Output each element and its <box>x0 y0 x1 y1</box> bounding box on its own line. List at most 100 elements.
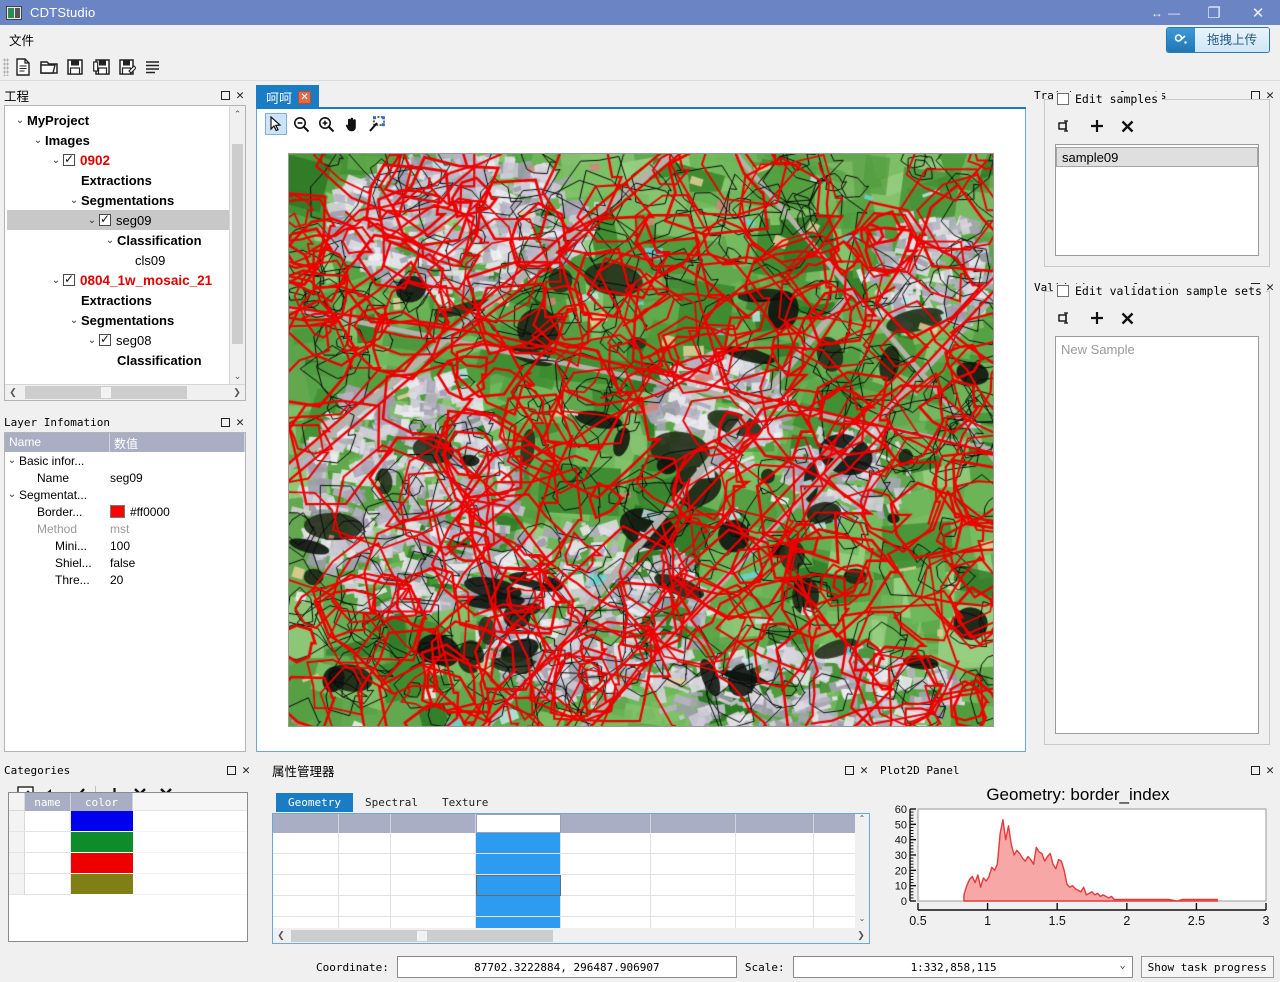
delete-sample-icon[interactable] <box>1117 308 1137 328</box>
table-cell[interactable] <box>651 917 736 928</box>
attr-scroll-up-arrow[interactable]: ⌃ <box>855 814 869 828</box>
edit-validation-checkbox[interactable] <box>1057 285 1069 297</box>
table-cell[interactable] <box>561 833 651 854</box>
table-row[interactable] <box>273 875 855 896</box>
chevron-down-icon[interactable]: ⌄ <box>67 195 81 206</box>
chevron-down-icon[interactable]: ⌄ <box>5 455 19 466</box>
table-cell[interactable] <box>814 917 855 928</box>
tree-item-cls09[interactable]: ·cls09 <box>7 250 229 270</box>
chevron-down-icon[interactable]: ⌄ <box>67 315 81 326</box>
column-header-elongatio[interactable] <box>814 814 855 833</box>
table-cell[interactable] <box>561 917 651 928</box>
layer-info-row[interactable]: Method mst <box>5 520 245 537</box>
add-sample-icon[interactable] <box>1087 308 1107 328</box>
new-project-icon[interactable] <box>11 55 35 79</box>
category-name-cell[interactable] <box>25 853 71 874</box>
column-header-border_index[interactable] <box>476 814 561 833</box>
chevron-down-icon[interactable]: ⌄ <box>13 115 27 126</box>
column-header-ObjectID[interactable] <box>273 814 339 833</box>
column-header-area[interactable] <box>339 814 391 833</box>
pan-tool-icon[interactable] <box>340 113 362 135</box>
attribute-float-icon[interactable] <box>845 765 855 775</box>
satellite-segmentation-image[interactable] <box>288 153 994 727</box>
tree-item-checkbox[interactable] <box>99 332 111 346</box>
table-cell[interactable] <box>736 854 814 875</box>
table-row[interactable] <box>9 853 247 874</box>
color-swatch[interactable] <box>110 505 125 518</box>
attr-h-track[interactable] <box>289 929 853 942</box>
table-cell[interactable] <box>476 833 561 854</box>
chevron-down-icon[interactable]: ⌄ <box>31 135 45 146</box>
maximize-button[interactable]: ❐ <box>1192 0 1236 25</box>
project-float-icon[interactable] <box>221 90 231 100</box>
tree-item-segmentations[interactable]: ⌄ Segmentations <box>7 310 229 330</box>
table-row[interactable] <box>273 833 855 854</box>
tree-item-0902[interactable]: ⌄ 0902 <box>7 150 229 170</box>
attr-scroll-right-arrow[interactable]: ❯ <box>853 930 869 941</box>
table-row[interactable] <box>9 832 247 853</box>
table-cell[interactable] <box>561 854 651 875</box>
categories-close-icon[interactable]: ✕ <box>242 764 250 777</box>
table-cell[interactable] <box>476 896 561 917</box>
layer-info-close-icon[interactable]: ✕ <box>236 416 244 429</box>
table-cell[interactable] <box>651 833 736 854</box>
plot-float-icon[interactable] <box>1251 765 1261 775</box>
list-item[interactable]: New Sample <box>1056 339 1258 359</box>
layer-info-row[interactable]: Thre... 20 <box>5 571 245 588</box>
zoom-out-tool-icon[interactable] <box>290 113 312 135</box>
tree-item-checkbox[interactable] <box>63 152 75 166</box>
attribute-vertical-scrollbar[interactable]: ⌃ ⌄ <box>855 814 869 928</box>
save-icon[interactable] <box>63 55 87 79</box>
attribute-horizontal-scrollbar[interactable]: ❮ ❯ <box>273 928 869 943</box>
table-cell[interactable] <box>814 896 855 917</box>
tree-item-images[interactable]: ⌄ Images <box>7 130 229 150</box>
table-cell[interactable] <box>339 896 391 917</box>
table-row[interactable] <box>273 917 855 928</box>
restore-size-button[interactable]: ↔ — <box>1140 0 1192 25</box>
table-cell[interactable] <box>391 854 476 875</box>
table-cell[interactable] <box>736 833 814 854</box>
column-header-elliptic_fit[interactable] <box>736 814 814 833</box>
table-cell[interactable] <box>561 875 651 896</box>
project-tree[interactable]: ⌄MyProject⌄Images⌄0902·Extractions ⌄Segme… <box>5 106 229 384</box>
table-cell[interactable] <box>273 854 339 875</box>
list-item[interactable]: sample09 <box>1056 147 1258 167</box>
chevron-down-icon[interactable]: ⌄ <box>1120 960 1126 971</box>
table-cell[interactable] <box>736 917 814 928</box>
project-close-icon[interactable]: ✕ <box>236 89 244 102</box>
category-color-cell[interactable] <box>71 832 133 853</box>
chevron-down-icon[interactable]: ⌄ <box>5 489 19 500</box>
drag-upload-button[interactable]: 拖拽上传 <box>1165 27 1270 53</box>
tree-item-seg09[interactable]: ⌄ seg09 <box>7 210 229 230</box>
show-task-progress-button[interactable]: Show task progress <box>1140 956 1274 978</box>
category-name-cell[interactable] <box>25 811 71 832</box>
table-cell[interactable] <box>814 833 855 854</box>
tree-item-myproject[interactable]: ⌄ MyProject <box>7 110 229 130</box>
zoom-in-tool-icon[interactable] <box>315 113 337 135</box>
tree-item-classification[interactable]: ⌄ Classification <box>7 230 229 250</box>
save-as-icon[interactable] <box>115 55 139 79</box>
scroll-right-arrow[interactable]: ❯ <box>229 387 245 398</box>
map-tab-close-icon[interactable]: ✕ <box>298 90 312 104</box>
category-color-cell[interactable] <box>71 853 133 874</box>
layer-info-row[interactable]: Shiel... false <box>5 554 245 571</box>
category-name-cell[interactable] <box>25 874 71 895</box>
table-cell[interactable] <box>476 854 561 875</box>
table-cell[interactable] <box>273 833 339 854</box>
table-cell[interactable] <box>273 896 339 917</box>
h-scroll-track[interactable] <box>21 386 229 399</box>
table-cell[interactable] <box>476 917 561 928</box>
table-cell[interactable] <box>651 854 736 875</box>
open-project-icon[interactable] <box>37 55 61 79</box>
training-sample-list[interactable]: sample09 <box>1055 144 1259 256</box>
category-color-cell[interactable] <box>71 811 133 832</box>
table-cell[interactable] <box>651 875 736 896</box>
tree-item-checkbox[interactable] <box>63 272 75 286</box>
delete-sample-icon[interactable] <box>1117 116 1137 136</box>
scale-combobox[interactable]: 1:332,858,115 ⌄ <box>792 956 1133 978</box>
tree-item-seg08[interactable]: ⌄ seg08 <box>7 330 229 350</box>
layer-info-float-icon[interactable] <box>221 417 231 427</box>
tree-item-extractions[interactable]: ·Extractions <box>7 170 229 190</box>
horizontal-scroll-thumb[interactable] <box>25 386 187 399</box>
tree-item-0804-1w-mosaic-21[interactable]: ⌄ 0804_1w_mosaic_21 <box>7 270 229 290</box>
